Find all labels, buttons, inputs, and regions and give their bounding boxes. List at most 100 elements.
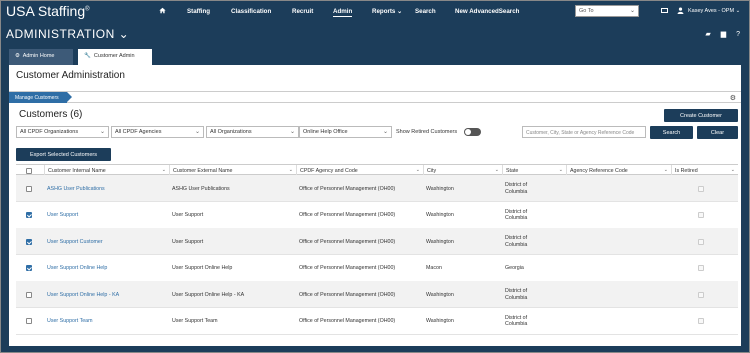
- cell-internal-name[interactable]: User Support: [44, 202, 169, 229]
- cell-agency-ref-code: [566, 202, 671, 229]
- table-row: User Support Customer User Support Office …: [16, 228, 738, 255]
- column-header-is-retired[interactable]: Is Retired ⌄: [671, 165, 738, 175]
- section-header-bar: ADMINISTRATION ⌄ ▰ ▆ ?: [0, 24, 750, 46]
- table-header: Customer Internal Name ⌄ Customer Externa…: [16, 164, 738, 175]
- cell-city: Washington: [426, 291, 454, 298]
- show-retired-toggle[interactable]: [464, 128, 481, 136]
- chevron-down-icon: ⌄: [288, 167, 293, 173]
- select-all-checkbox[interactable]: [26, 167, 32, 174]
- chevron-down-icon: ⌄: [629, 8, 635, 14]
- cell-cpdf-agency: Office of Personnel Management (OH00): [299, 291, 396, 298]
- tab-admin-home[interactable]: ⚙ Admin Home: [9, 49, 73, 65]
- nav-reports[interactable]: Reports ⌄: [372, 8, 402, 15]
- nav-search[interactable]: Search: [415, 8, 436, 15]
- gear-icon: ⚙: [15, 53, 20, 59]
- cell-city: Washington: [426, 185, 454, 192]
- gear-icon[interactable]: ⚙: [730, 94, 736, 102]
- cpdf-organizations-select[interactable]: All CPDF Organizations ⌄: [16, 126, 109, 138]
- cell-internal-name[interactable]: User Support Customer: [44, 228, 169, 255]
- column-header-agency-ref-code[interactable]: Agency Reference Code ⌄: [566, 165, 671, 175]
- search-button[interactable]: Search: [650, 126, 693, 139]
- cell-external-name: User Support: [172, 212, 204, 218]
- is-retired-checkbox: [698, 238, 704, 245]
- is-retired-checkbox: [698, 291, 704, 298]
- cell-is-retired: [671, 255, 738, 282]
- row-select-cell: [16, 202, 44, 229]
- wrench-icon: 🔧: [84, 53, 91, 59]
- row-select-checkbox[interactable]: [26, 212, 32, 218]
- nav-recruit[interactable]: Recruit: [292, 8, 313, 15]
- mail-icon[interactable]: [661, 8, 668, 13]
- cell-city: Washington: [426, 212, 454, 218]
- cpdf-agencies-select[interactable]: All CPDF Agencies ⌄: [111, 126, 204, 138]
- help-icon[interactable]: ?: [736, 31, 740, 38]
- cell-internal-name[interactable]: ASHG User Publications: [44, 175, 169, 202]
- cell-agency-ref-code: [566, 308, 671, 335]
- row-select-checkbox[interactable]: [26, 265, 32, 271]
- cell-agency-ref-code: [566, 281, 671, 308]
- cell-agency-ref-code: [566, 175, 671, 202]
- chevron-down-icon: ⌄: [415, 167, 420, 173]
- create-customer-button[interactable]: Create Customer: [664, 109, 738, 122]
- column-header-city[interactable]: City ⌄: [423, 165, 502, 175]
- header-tools: ▰ ▆ ?: [697, 30, 740, 38]
- chevron-down-icon: ⌄: [118, 27, 130, 41]
- folder-icon[interactable]: ▰: [705, 31, 710, 38]
- cell-external-name: User Support Team: [172, 318, 218, 324]
- home-icon[interactable]: [159, 7, 166, 14]
- row-select-checkbox[interactable]: [26, 185, 32, 192]
- cell-internal-name[interactable]: User Support Online Help: [44, 255, 169, 282]
- cell-is-retired: [671, 202, 738, 229]
- cell-cpdf-agency: Office of Personnel Management (OH00): [299, 318, 396, 324]
- export-selected-button[interactable]: Export Selected Customers: [16, 148, 111, 161]
- breadcrumb-manage-customers[interactable]: Manage Customers: [9, 92, 72, 103]
- column-header-state[interactable]: State ⌄: [502, 165, 566, 175]
- table-row: User Support User Support Office of Person…: [16, 202, 738, 229]
- cell-external-name: User Support Online Help: [172, 265, 233, 271]
- chevron-down-icon: ⌄: [730, 167, 735, 173]
- cell-cpdf-agency: Office of Personnel Management (OH00): [299, 265, 396, 271]
- tab-customer-admin[interactable]: 🔧 Customer Admin: [78, 49, 152, 65]
- table-row: ASHG User Publications ASHG User Publicat…: [16, 175, 738, 202]
- table-row: User Support Team User Support Team Office…: [16, 308, 738, 335]
- column-header-external-name[interactable]: Customer External Name ⌄: [169, 165, 296, 175]
- column-header-internal-name[interactable]: Customer Internal Name ⌄: [44, 165, 169, 175]
- usa-staffing-logo[interactable]: USA Staffing®: [6, 3, 90, 19]
- cell-agency-ref-code: [566, 255, 671, 282]
- is-retired-checkbox: [698, 265, 704, 271]
- chevron-down-icon: ⌄: [558, 167, 563, 173]
- chevron-down-icon: ⌄: [194, 129, 200, 135]
- search-input[interactable]: Customer, City, State or Agency Referenc…: [522, 126, 646, 138]
- top-navigation-bar: USA Staffing® Staffing Classification Re…: [0, 0, 750, 24]
- cell-cpdf-agency: Office of Personnel Management (OH00): [299, 212, 396, 218]
- chat-icon[interactable]: ▆: [721, 31, 726, 38]
- chevron-down-icon: ⌄: [735, 8, 741, 14]
- main-panel: Customer Administration Manage Customers…: [9, 65, 741, 348]
- organizations-select[interactable]: All Organizations ⌄: [206, 126, 299, 138]
- table-row: User Support Online Help - KA User Suppor…: [16, 281, 738, 308]
- nav-staffing[interactable]: Staffing: [187, 8, 210, 15]
- row-select-checkbox[interactable]: [26, 238, 32, 245]
- nav-new-advanced-search[interactable]: New AdvancedSearch: [455, 8, 519, 15]
- cell-state: District of Columbia: [505, 182, 528, 195]
- cell-external-name: ASHG User Publications: [172, 185, 230, 192]
- cell-internal-name[interactable]: User Support Team: [44, 308, 169, 335]
- user-menu[interactable]: Kasey Aves - OPM ⌄: [688, 8, 740, 14]
- breadcrumb: Manage Customers ⚙: [9, 91, 741, 103]
- section-title[interactable]: ADMINISTRATION ⌄: [6, 27, 129, 41]
- nav-classification[interactable]: Classification: [231, 8, 271, 15]
- nav-admin[interactable]: Admin: [333, 8, 353, 17]
- chevron-down-icon: ⌄: [663, 167, 668, 173]
- column-header-cpdf-agency[interactable]: CPDF Agency and Code ⌄: [296, 165, 423, 175]
- chevron-down-icon: ⌄: [161, 167, 166, 173]
- cell-state: District of Columbia: [505, 208, 528, 221]
- cell-is-retired: [671, 308, 738, 335]
- goto-select[interactable]: Go To ⌄: [575, 5, 639, 17]
- row-select-checkbox[interactable]: [26, 318, 32, 324]
- cell-internal-name[interactable]: User Support Online Help - KA: [44, 281, 169, 308]
- clear-button[interactable]: Clear: [697, 126, 738, 139]
- is-retired-checkbox: [698, 318, 704, 324]
- cell-state: Georgia: [505, 264, 524, 271]
- row-select-checkbox[interactable]: [26, 291, 32, 298]
- office-select[interactable]: Online Help Office ⌄: [299, 126, 392, 138]
